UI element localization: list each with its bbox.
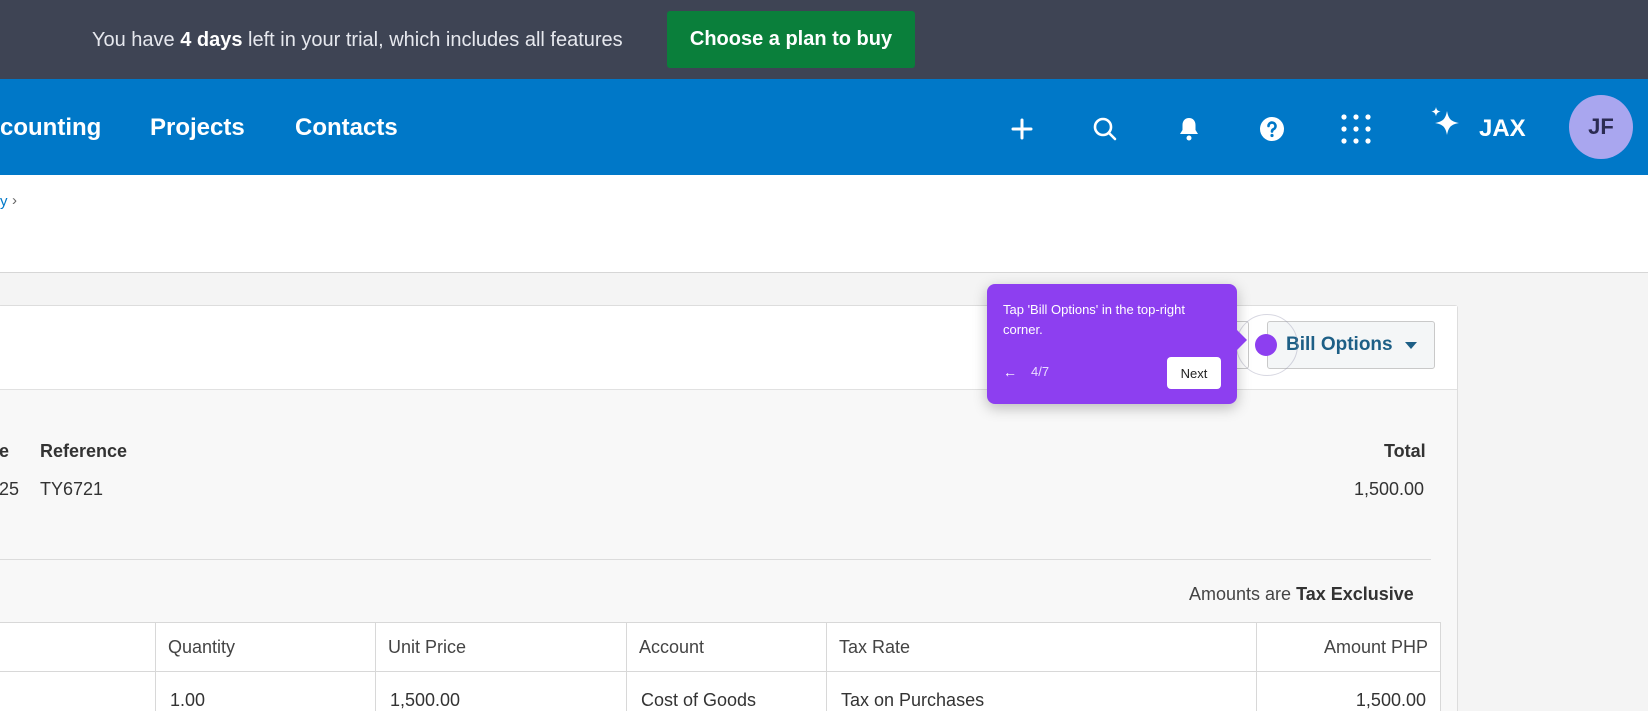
- column-header-amount: Amount PHP: [1323, 637, 1428, 657]
- trial-banner: You have 4 days left in your trial, whic…: [0, 0, 1648, 79]
- main-navigation: counting Projects Contacts JAX JF: [0, 79, 1648, 175]
- page-header: y ›: [0, 175, 1648, 273]
- table-cell-description[interactable]: [0, 671, 156, 711]
- date-value-partial: 25: [0, 479, 20, 499]
- plus-icon[interactable]: [1002, 109, 1042, 149]
- nav-item-projects[interactable]: Projects: [150, 114, 245, 142]
- table-cell-tax-rate[interactable]: Tax on Purchases: [827, 671, 1257, 711]
- table-cell-unit-price[interactable]: 1,500.00: [376, 671, 627, 711]
- caret-down-icon: [1404, 334, 1417, 356]
- amounts-prefix: Amounts are: [1189, 584, 1292, 604]
- amounts-mode: Tax Exclusive: [1296, 584, 1414, 604]
- jax-label: JAX: [1479, 114, 1526, 142]
- help-icon[interactable]: [1252, 109, 1292, 149]
- column-header-unit-price: Unit Price: [376, 623, 627, 671]
- nav-item-accounting[interactable]: counting: [0, 114, 101, 142]
- section-divider: [0, 559, 1431, 560]
- table-cell-quantity[interactable]: 1.00: [156, 671, 376, 711]
- column-header-date-partial: e: [0, 441, 10, 461]
- bill-card: Bill Options e Reference Total 25 TY6721…: [0, 305, 1458, 711]
- column-header-quantity: Quantity: [156, 623, 376, 671]
- column-header-description: [0, 623, 156, 671]
- bell-icon[interactable]: [1169, 109, 1209, 149]
- column-header-total: Total: [1384, 441, 1426, 461]
- tour-tooltip: Tap 'Bill Options' in the top-right corn…: [987, 284, 1247, 404]
- avatar[interactable]: JF: [1569, 95, 1633, 159]
- sparkle-icon: [1427, 105, 1467, 152]
- reference-value: TY6721: [40, 479, 104, 499]
- search-icon[interactable]: [1085, 109, 1125, 149]
- column-header-account: Account: [627, 623, 827, 671]
- bill-options-label: Bill Options: [1286, 334, 1393, 355]
- breadcrumb-separator: ›: [12, 192, 17, 209]
- choose-plan-button[interactable]: Choose a plan to buy: [667, 11, 915, 68]
- tour-beacon-dot[interactable]: [1255, 334, 1277, 356]
- nav-item-contacts[interactable]: Contacts: [295, 114, 398, 142]
- trial-prefix: You have: [92, 29, 181, 51]
- breadcrumb-link[interactable]: y: [0, 193, 8, 210]
- apps-grid-icon[interactable]: [1336, 109, 1376, 149]
- trial-suffix: left in your trial, which includes all f…: [242, 29, 623, 51]
- tour-message: Tap 'Bill Options' in the top-right corn…: [1003, 302, 1185, 337]
- amounts-tax-mode[interactable]: Amounts are Tax Exclusive: [1189, 584, 1414, 605]
- table-cell-amount[interactable]: 1,500.00: [1257, 671, 1440, 711]
- tour-step-counter: 4/7: [1031, 364, 1050, 379]
- tour-next-button[interactable]: Next: [1167, 357, 1221, 389]
- trial-days: 4 days: [180, 29, 243, 51]
- trial-message: You have 4 days left in your trial, whic…: [92, 29, 623, 52]
- column-header-reference: Reference: [40, 441, 128, 461]
- jax-assistant-button[interactable]: JAX: [1427, 105, 1526, 152]
- tour-back-arrow-icon[interactable]: ←: [1003, 364, 1017, 380]
- total-value: 1,500.00: [1354, 479, 1425, 499]
- column-header-tax-rate: Tax Rate: [827, 623, 1257, 671]
- table-cell-account[interactable]: Cost of Goods: [627, 671, 827, 711]
- line-items-table: Quantity Unit Price Account Tax Rate Amo…: [0, 622, 1441, 711]
